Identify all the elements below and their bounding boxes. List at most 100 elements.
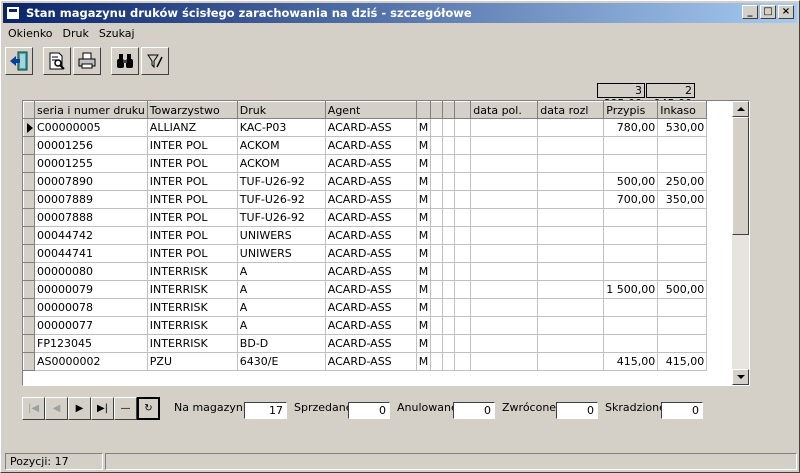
table-row[interactable]: C00000005 ALLIANZ KAC-P03 ACARD-ASS M 780,00 5… — [23, 118, 708, 137]
cell-seria[interactable]: 00001255 — [34, 154, 148, 173]
cell-data-pol[interactable] — [470, 154, 539, 173]
cell-agent[interactable]: ACARD-ASS — [325, 190, 417, 209]
cell-flag1[interactable]: M — [416, 316, 432, 335]
cell-agent[interactable]: ACARD-ASS — [325, 280, 417, 299]
col-header-flag4[interactable] — [454, 101, 472, 119]
table-row[interactable]: 00007888 INTER POL TUF-U26-92 ACARD-ASS M — [23, 208, 708, 227]
table-row[interactable]: 00007890 INTER POL TUF-U26-92 ACARD-ASS M 500… — [23, 172, 708, 191]
cell-flag2[interactable] — [430, 172, 444, 191]
cell-przypis[interactable]: 415,00 — [603, 352, 659, 371]
cell-przypis[interactable] — [603, 316, 659, 335]
cell-flag1[interactable]: M — [416, 298, 432, 317]
cell-druk[interactable]: TUF-U26-92 — [237, 172, 326, 191]
cell-flag4[interactable] — [454, 298, 472, 317]
cell-flag3[interactable] — [442, 334, 456, 353]
cell-przypis[interactable] — [603, 244, 659, 263]
cell-flag1[interactable]: M — [416, 190, 432, 209]
cell-druk[interactable]: A — [237, 280, 326, 299]
cell-przypis[interactable]: 780,00 — [603, 118, 659, 137]
cell-flag4[interactable] — [454, 334, 472, 353]
cell-agent[interactable]: ACARD-ASS — [325, 118, 417, 137]
cell-druk[interactable]: 6430/E — [237, 352, 326, 371]
cell-flag1[interactable]: M — [416, 136, 432, 155]
cell-druk[interactable]: BD-D — [237, 334, 326, 353]
cell-seria[interactable]: C00000005 — [34, 118, 148, 137]
cell-towarzystwo[interactable]: PZU — [147, 352, 238, 371]
cell-data-rozl[interactable] — [537, 208, 605, 227]
cell-flag4[interactable] — [454, 262, 472, 281]
cell-inkaso[interactable] — [657, 316, 708, 335]
cell-inkaso[interactable]: 500,00 — [657, 280, 708, 299]
cell-inkaso[interactable]: 530,00 — [657, 118, 708, 137]
cell-flag2[interactable] — [430, 352, 444, 371]
nav-first-button[interactable]: |◀ — [22, 397, 45, 420]
cell-flag3[interactable] — [442, 226, 456, 245]
row-indicator[interactable] — [23, 226, 35, 245]
cell-flag1[interactable]: M — [416, 226, 432, 245]
cell-inkaso[interactable]: 250,00 — [657, 172, 708, 191]
cell-agent[interactable]: ACARD-ASS — [325, 316, 417, 335]
cell-flag1[interactable]: M — [416, 172, 432, 191]
print-button[interactable] — [73, 47, 101, 75]
scroll-thumb[interactable] — [732, 117, 749, 235]
filter-button[interactable] — [141, 47, 169, 75]
cell-flag2[interactable] — [430, 262, 444, 281]
cell-towarzystwo[interactable]: INTERRISK — [147, 334, 238, 353]
cell-flag4[interactable] — [454, 190, 472, 209]
cell-flag1[interactable]: M — [416, 154, 432, 173]
cell-data-rozl[interactable] — [537, 190, 605, 209]
table-row[interactable]: 00001256 INTER POL ACKOM ACARD-ASS M — [23, 136, 708, 155]
cell-przypis[interactable] — [603, 154, 659, 173]
cell-data-rozl[interactable] — [537, 298, 605, 317]
cell-flag4[interactable] — [454, 118, 472, 137]
col-header-data-rozl[interactable]: data rozl — [537, 101, 605, 119]
nav-delete-button[interactable]: — — [114, 397, 137, 420]
cell-data-pol[interactable] — [470, 280, 539, 299]
cell-flag1[interactable]: M — [416, 118, 432, 137]
cell-data-pol[interactable] — [470, 262, 539, 281]
cell-flag1[interactable]: M — [416, 280, 432, 299]
cell-flag3[interactable] — [442, 118, 456, 137]
cell-flag2[interactable] — [430, 316, 444, 335]
cell-towarzystwo[interactable]: INTER POL — [147, 208, 238, 227]
row-indicator[interactable] — [23, 190, 35, 209]
col-header-agent[interactable]: Agent — [324, 101, 417, 119]
nav-last-button[interactable]: ▶| — [91, 397, 114, 420]
cell-towarzystwo[interactable]: INTERRISK — [147, 298, 238, 317]
cell-data-rozl[interactable] — [537, 136, 605, 155]
col-header-inkaso[interactable]: Inkaso — [657, 101, 708, 119]
row-indicator[interactable] — [23, 352, 35, 371]
cell-przypis[interactable] — [603, 334, 659, 353]
cell-flag1[interactable]: M — [416, 208, 432, 227]
cell-towarzystwo[interactable]: INTER POL — [147, 154, 238, 173]
cell-flag4[interactable] — [454, 244, 472, 263]
cell-agent[interactable]: ACARD-ASS — [325, 244, 417, 263]
cell-druk[interactable]: ACKOM — [237, 154, 326, 173]
cell-druk[interactable]: TUF-U26-92 — [237, 190, 326, 209]
cell-data-pol[interactable] — [470, 226, 539, 245]
cell-data-rozl[interactable] — [537, 226, 605, 245]
cell-inkaso[interactable] — [657, 226, 708, 245]
row-indicator[interactable] — [23, 334, 35, 353]
table-row[interactable]: 00001255 INTER POL ACKOM ACARD-ASS M — [23, 154, 708, 173]
cell-przypis[interactable]: 700,00 — [603, 190, 659, 209]
cell-flag3[interactable] — [442, 244, 456, 263]
cell-data-rozl[interactable] — [537, 262, 605, 281]
cell-agent[interactable]: ACARD-ASS — [325, 136, 417, 155]
col-header-druk[interactable]: Druk — [236, 101, 326, 119]
cell-flag3[interactable] — [442, 280, 456, 299]
cell-przypis[interactable]: 1 500,00 — [603, 280, 659, 299]
col-header-seria[interactable]: seria i numer druku — [34, 101, 148, 119]
cell-flag1[interactable]: M — [416, 244, 432, 263]
cell-agent[interactable]: ACARD-ASS — [325, 334, 417, 353]
cell-towarzystwo[interactable]: INTER POL — [147, 136, 238, 155]
table-row[interactable]: AS0000002 PZU 6430/E ACARD-ASS M 415,00 415,00 — [23, 352, 708, 371]
cell-data-rozl[interactable] — [537, 244, 605, 263]
cell-towarzystwo[interactable]: INTER POL — [147, 244, 238, 263]
cell-data-pol[interactable] — [470, 118, 539, 137]
col-header-flag2[interactable] — [430, 101, 444, 119]
cell-druk[interactable]: KAC-P03 — [237, 118, 326, 137]
cell-data-pol[interactable] — [470, 334, 539, 353]
cell-data-pol[interactable] — [470, 136, 539, 155]
cell-flag3[interactable] — [442, 316, 456, 335]
